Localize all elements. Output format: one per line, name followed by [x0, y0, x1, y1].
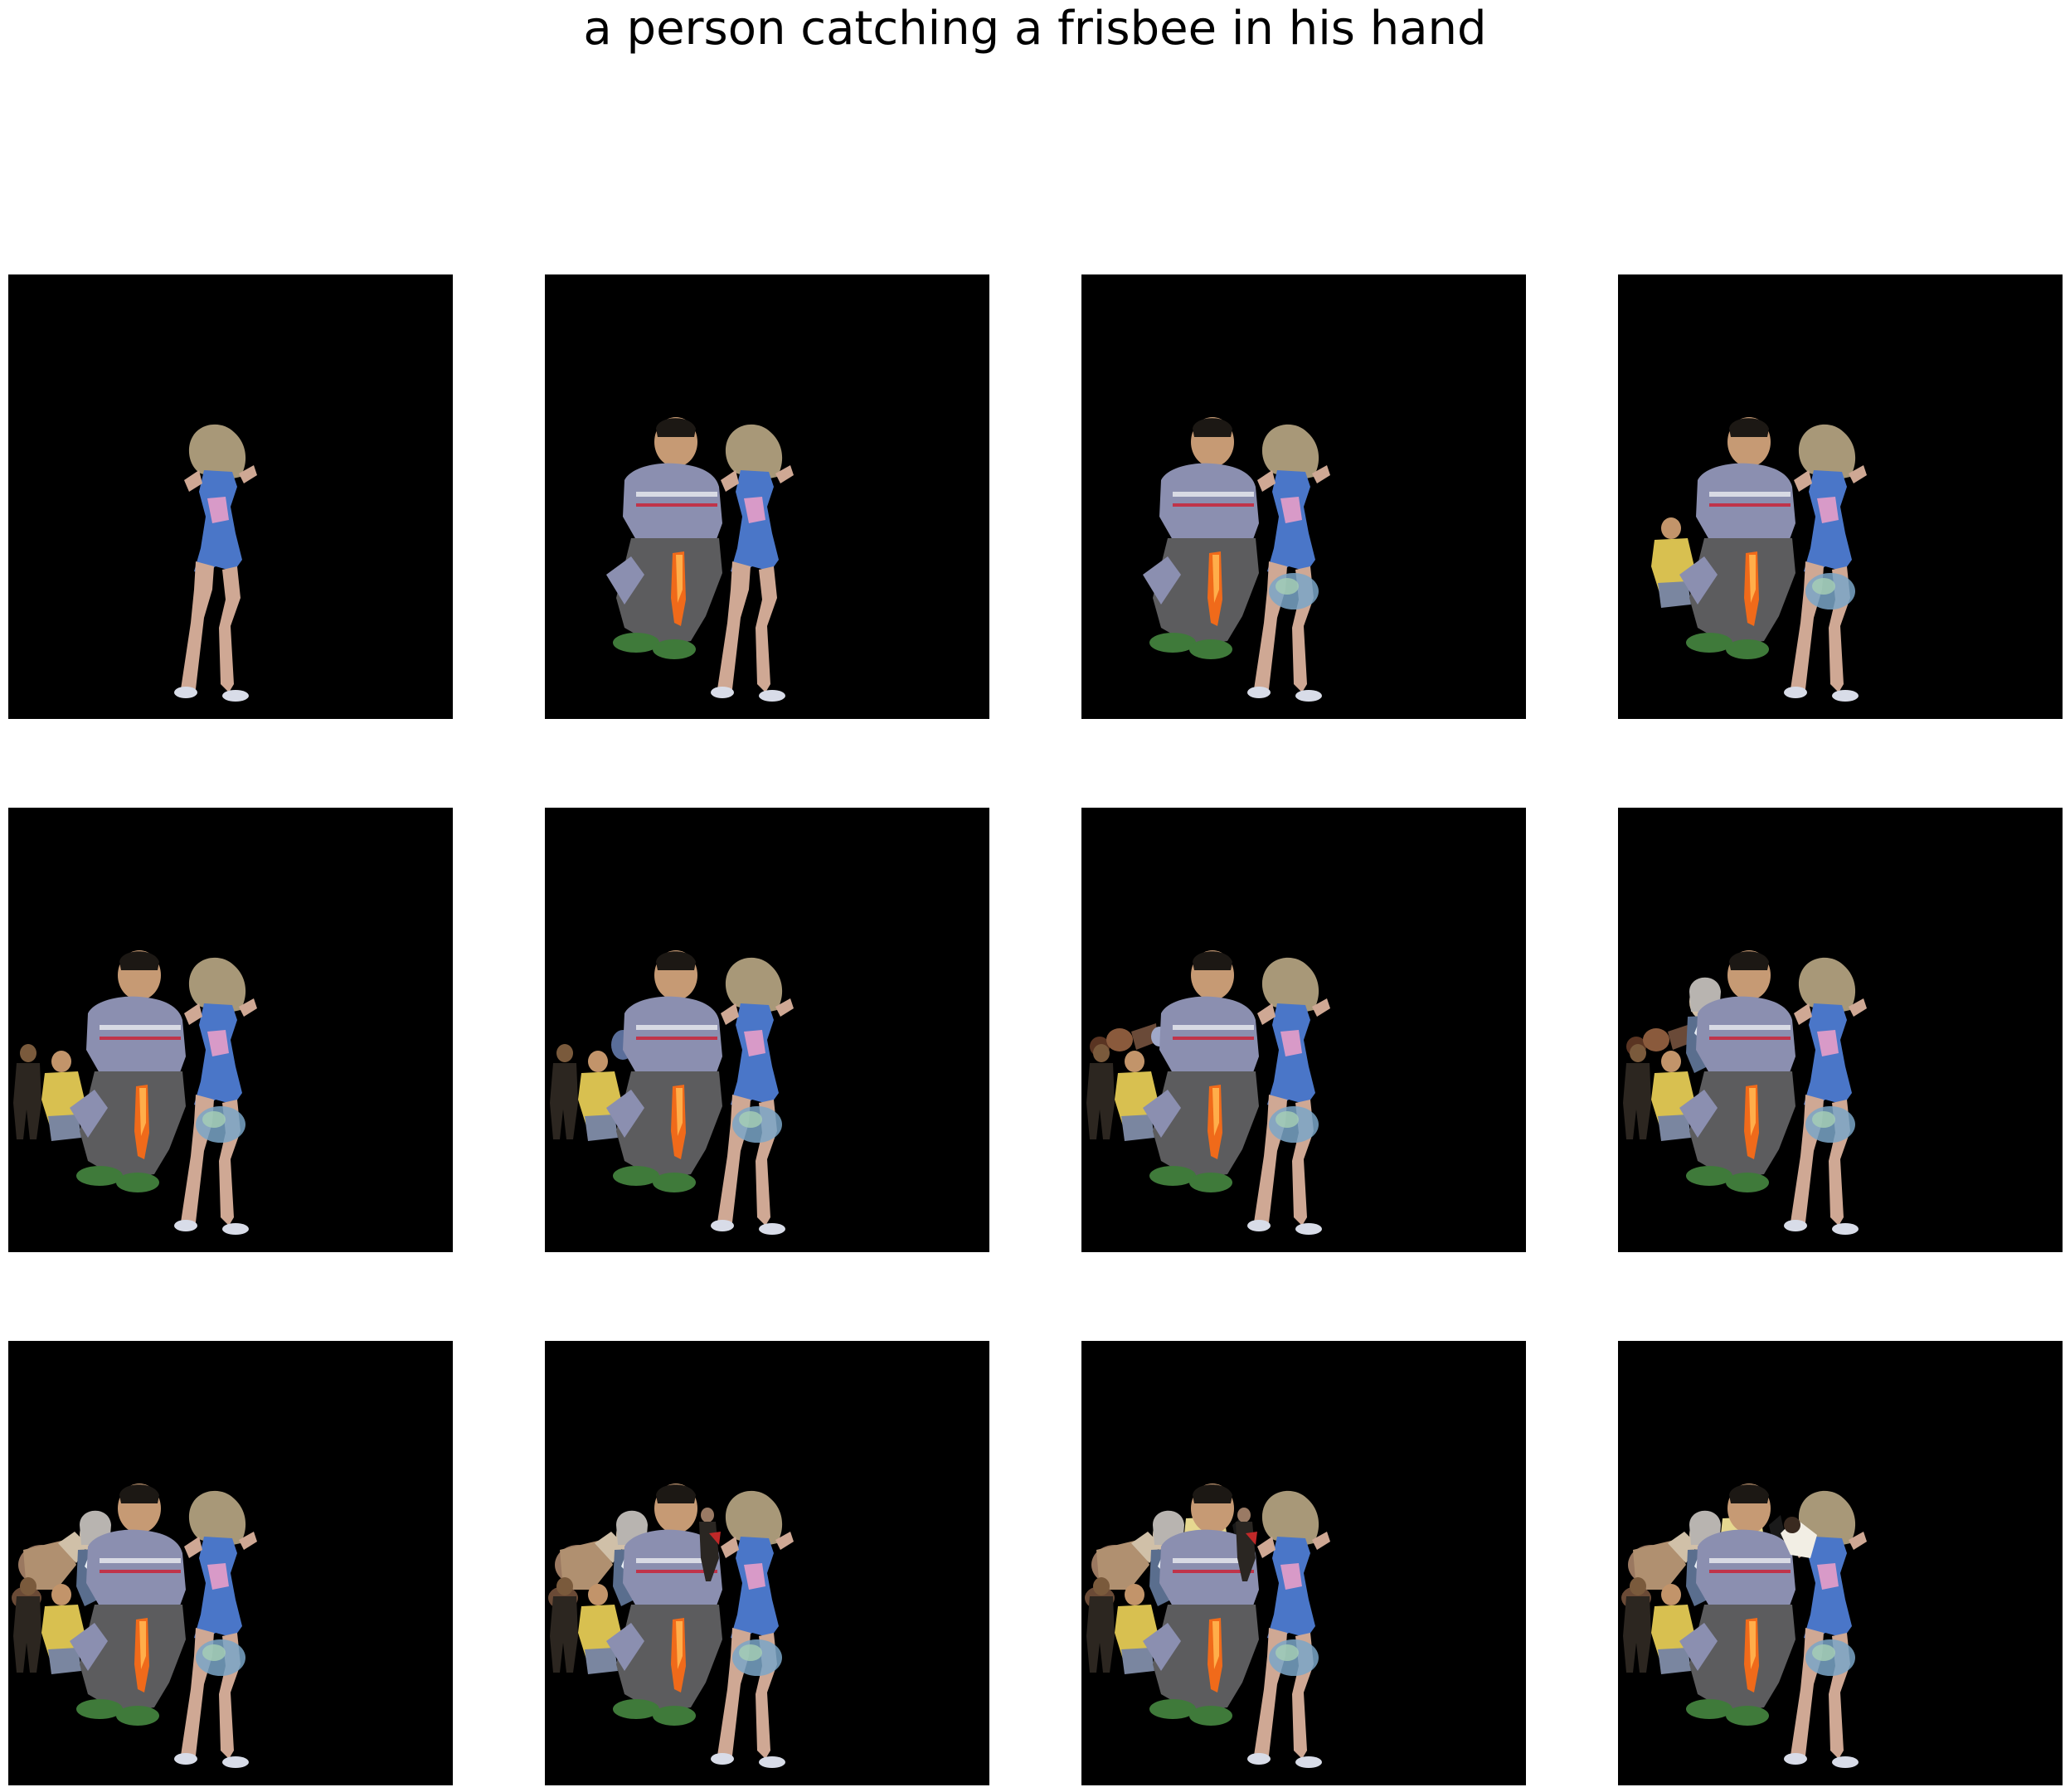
ball-cutout [196, 1639, 245, 1676]
panel-4 [1618, 274, 2063, 719]
ball-cutout [1805, 1639, 1855, 1676]
panel-1 [8, 274, 453, 719]
dark-person-cutout [1086, 1044, 1115, 1139]
ball-cutout [732, 1106, 782, 1143]
panel-9-image [12, 1484, 257, 1768]
man-cutout [606, 417, 722, 659]
yellow-person-cutout [41, 1051, 85, 1141]
ball-cutout [1805, 573, 1855, 609]
yellow-person-cutout [1651, 517, 1694, 608]
yellow-person-cutout [578, 1051, 621, 1141]
dark-person-cutout [1623, 1044, 1651, 1139]
panel-5 [8, 808, 453, 1252]
panel-6 [545, 808, 989, 1252]
panel-6-image [550, 950, 794, 1235]
panel-9 [8, 1341, 453, 1785]
yellow-person-cutout [1115, 1584, 1158, 1674]
girl-cutout [1247, 424, 1330, 702]
girl-cutout [1784, 957, 1867, 1235]
ball-cutout [1805, 1106, 1855, 1143]
yellow-person-cutout [41, 1584, 85, 1674]
panel-2 [545, 274, 989, 719]
panel-12 [1618, 1341, 2063, 1785]
panel-3-image [1143, 417, 1330, 702]
girl-cutout [711, 424, 794, 702]
girl-cutout [1247, 1490, 1330, 1768]
dark-person-cutout [13, 1044, 41, 1139]
man-cutout [1679, 417, 1795, 659]
girl-cutout [174, 424, 257, 702]
man-cutout [606, 950, 722, 1192]
yellow-person-cutout [1651, 1051, 1694, 1141]
girl-cutout [1784, 424, 1867, 702]
panel-3 [1081, 274, 1526, 719]
girl-cutout [174, 1490, 257, 1768]
panel-1-image [174, 424, 257, 702]
panel-5-image [13, 950, 257, 1235]
girl-cutout [711, 957, 794, 1235]
panel-7-image [1086, 950, 1330, 1235]
yellow-person-cutout [578, 1584, 621, 1674]
yellow-person-cutout [1651, 1584, 1694, 1674]
panel-12-image [1621, 1484, 1867, 1768]
ball-cutout [1269, 573, 1319, 609]
panel-8-image [1623, 950, 1867, 1235]
panel-4-image [1651, 417, 1867, 702]
figure-title: a person catching a frisbee in his hand [583, 2, 1487, 56]
man-cutout [70, 950, 186, 1192]
man-cutout [1143, 950, 1259, 1192]
dark-person-cutout [550, 1044, 578, 1139]
panel-11-image [1085, 1484, 1330, 1768]
man-cutout [1143, 417, 1259, 659]
girl-cutout [711, 1490, 794, 1768]
ball-cutout [1269, 1106, 1319, 1143]
ball-cutout [1269, 1639, 1319, 1676]
yellow-person-cutout [1115, 1051, 1158, 1141]
panel-10 [545, 1341, 989, 1785]
girl-cutout [1247, 957, 1330, 1235]
ball-cutout [196, 1106, 245, 1143]
girl-cutout [174, 957, 257, 1235]
panel-10-image [548, 1484, 794, 1768]
panel-2-image [606, 417, 794, 702]
panel-7 [1081, 808, 1526, 1252]
panel-8 [1618, 808, 2063, 1252]
panel-11 [1081, 1341, 1526, 1785]
ball-cutout [732, 1639, 782, 1676]
